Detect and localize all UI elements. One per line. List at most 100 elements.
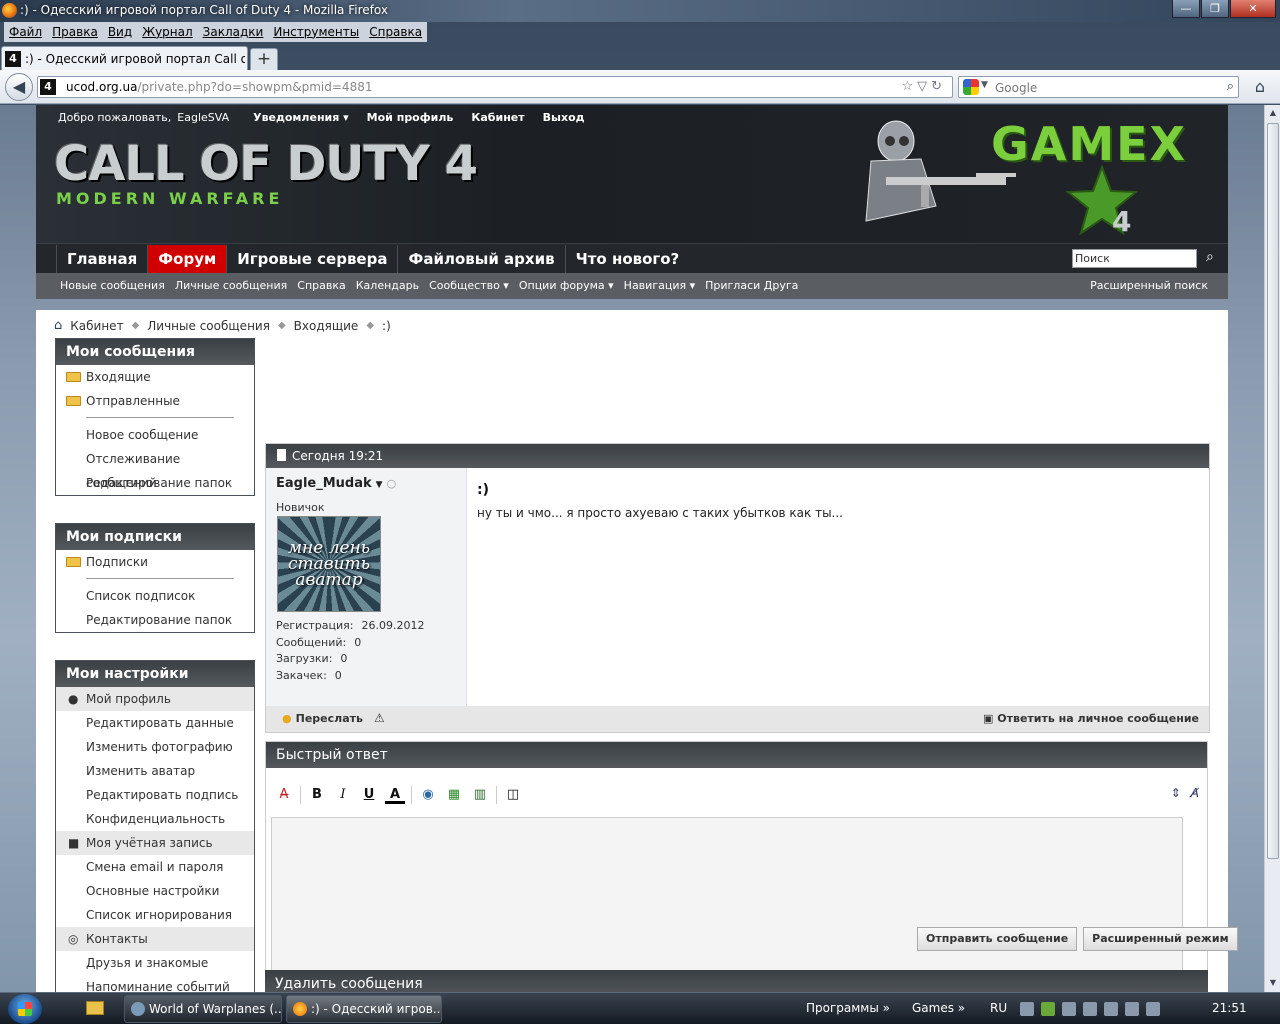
display-icon[interactable] [1146, 1002, 1160, 1016]
breadcrumb-cabinet[interactable]: Кабинет [70, 319, 123, 333]
sidebar-item-message-tracking[interactable]: Отслеживание сообщений [56, 447, 254, 490]
tray-app-icon[interactable] [1062, 1002, 1076, 1016]
italic-icon[interactable]: I [333, 786, 353, 804]
sidebar-item-new-message[interactable]: Новое сообщение [56, 423, 254, 447]
explorer-icon[interactable] [86, 1001, 104, 1015]
remove-format-icon[interactable]: A̶ [274, 786, 294, 804]
advanced-search-link[interactable]: Расширенный поиск [1090, 273, 1208, 299]
menu-file[interactable]: Файл [4, 22, 48, 42]
nvidia-icon[interactable] [1041, 1002, 1055, 1016]
forward-button[interactable]: ● Переслать [282, 712, 363, 725]
task-world-of-warplanes[interactable]: World of Warplanes (... [124, 995, 282, 1023]
bold-icon[interactable]: B [307, 786, 327, 804]
sidebar-item-edit-folders[interactable]: Редактирование папок [56, 471, 254, 495]
sidebar-item-edit-signature[interactable]: Редактировать подпись [56, 783, 254, 807]
menu-help[interactable]: Справка [364, 22, 428, 42]
sidebar-item-general-settings[interactable]: Основные настройки [56, 879, 254, 903]
reply-textarea[interactable]: ⋰ [271, 817, 1183, 992]
page-scrollbar[interactable]: ▲ ▼ [1264, 105, 1280, 992]
sidebar-item-change-photo[interactable]: Изменить фотографию [56, 735, 254, 759]
url-bar[interactable]: 4 ucod.org.ua/private.php?do=showpm&pmid… [37, 76, 953, 98]
resize-editor-icon[interactable]: ⇕ [1171, 786, 1181, 800]
sub-help[interactable]: Справка [297, 273, 345, 299]
menu-edit[interactable]: Правка [47, 22, 103, 42]
search-bar[interactable]: ▼ Google ⌕ [958, 76, 1239, 98]
breadcrumb-private-messages[interactable]: Личные сообщения [147, 319, 270, 333]
task-firefox[interactable]: :) - Одесский игров... [286, 995, 442, 1023]
quote-icon[interactable]: ◫ [503, 786, 523, 804]
cabinet-link[interactable]: Кабинет [471, 111, 524, 124]
sidebar-section-my-account[interactable]: ■ Моя учётная запись [56, 831, 254, 855]
sidebar-item-privacy[interactable]: Конфиденциальность [56, 807, 254, 831]
site-identity-icon[interactable]: 4 [40, 79, 56, 95]
bookmark-star-icon[interactable]: ☆ [901, 79, 917, 94]
network-icon[interactable] [1083, 1002, 1097, 1016]
menu-tools[interactable]: Инструменты [268, 22, 365, 42]
action-center-flag-icon[interactable] [1104, 1002, 1118, 1016]
author-name[interactable]: Eagle_Mudak ▼ ○ [276, 476, 396, 491]
clock[interactable]: 21:51 [1212, 1001, 1247, 1015]
sub-forum-options[interactable]: Опции форума ▾ [519, 273, 614, 299]
reload-icon[interactable]: ↻ [931, 79, 946, 94]
advanced-mode-button[interactable]: Расширенный режим [1083, 927, 1238, 951]
sidebar-item-friends[interactable]: Друзья и знакомые [56, 951, 254, 975]
browser-tab[interactable]: 4 :) - Одесский игровой портал Call of D… [1, 46, 248, 70]
nav-home[interactable]: Главная [56, 245, 147, 273]
nav-whats-new[interactable]: Что нового? [564, 245, 690, 273]
font-color-icon[interactable]: A [385, 786, 405, 804]
nav-file-archive[interactable]: Файловый архив [397, 245, 564, 273]
report-warning-icon[interactable]: ⚠ [374, 711, 385, 725]
sidebar-item-edit-data[interactable]: Редактировать данные [56, 711, 254, 735]
maximize-button[interactable]: ❐ [1201, 0, 1229, 18]
home-icon[interactable]: ⌂ [54, 318, 62, 333]
menu-view[interactable]: Вид [102, 22, 138, 42]
tray-app-icon[interactable] [1020, 1002, 1034, 1016]
menu-history[interactable]: Журнал [137, 22, 198, 42]
sub-community[interactable]: Сообщество ▾ [429, 273, 509, 299]
sidebar-item-subscriptions[interactable]: Подписки [56, 550, 254, 574]
sub-new-posts[interactable]: Новые сообщения [60, 273, 165, 299]
gamex-logo[interactable]: GAMEX [991, 117, 1187, 171]
insert-link-icon[interactable]: ◉ [418, 786, 438, 804]
underline-icon[interactable]: U [359, 786, 379, 804]
minimize-button[interactable]: — [1172, 0, 1200, 18]
menu-bookmarks[interactable]: Закладки [197, 22, 269, 42]
sub-invite-friend[interactable]: Пригласи Друга [705, 273, 798, 299]
close-button[interactable]: ✕ [1230, 0, 1276, 18]
insert-image-icon[interactable]: ▦ [444, 786, 464, 804]
new-tab-button[interactable]: + [250, 48, 278, 70]
sidebar-item-change-avatar[interactable]: Изменить аватар [56, 759, 254, 783]
search-icon[interactable]: ⌕ [1227, 79, 1234, 94]
site-search-input[interactable] [1072, 249, 1197, 268]
sub-navigation[interactable]: Навигация ▾ [624, 273, 695, 299]
chevron-down-icon[interactable]: ▼ [376, 480, 383, 490]
my-profile-link[interactable]: Мой профиль [367, 111, 454, 124]
reply-button[interactable]: ▣ Ответить на личное сообщение [983, 712, 1199, 725]
url-text[interactable]: ucod.org.ua/private.php?do=showpm&pmid=4… [66, 80, 372, 94]
google-icon[interactable] [963, 79, 979, 95]
cod4-logo[interactable]: CALL OF DUTY 4 MODERN WARFARE [54, 139, 478, 208]
breadcrumb-inbox[interactable]: Входящие [294, 319, 359, 333]
toolbar-programs[interactable]: Программы » [806, 1001, 890, 1015]
sub-private-messages[interactable]: Личные сообщения [175, 273, 287, 299]
switch-editor-mode-icon[interactable]: A̸ [1191, 786, 1199, 800]
sidebar-item-edit-folders[interactable]: Редактирование папок [56, 608, 254, 632]
engine-dropdown-icon[interactable]: ▼ [981, 80, 988, 90]
username-link[interactable]: EagleSVA [177, 111, 229, 124]
avatar[interactable]: мне лень ставить аватар [277, 516, 381, 612]
nav-game-servers[interactable]: Игровые сервера [226, 245, 397, 273]
sidebar-section-my-profile[interactable]: ● Мой профиль [56, 687, 254, 711]
sidebar-item-event-reminders[interactable]: Напоминание событий [56, 975, 254, 992]
volume-icon[interactable] [1125, 1002, 1139, 1016]
send-message-button[interactable]: Отправить сообщение [917, 927, 1078, 951]
sidebar-item-change-email-password[interactable]: Смена email и пароля [56, 855, 254, 879]
sub-calendar[interactable]: Календарь [356, 273, 419, 299]
notifications-link[interactable]: Уведомления ▾ [253, 111, 349, 124]
language-indicator[interactable]: RU [990, 1001, 1007, 1015]
back-button[interactable]: ◀ [5, 73, 33, 101]
dropdown-arrow-icon[interactable]: ▽ [917, 79, 931, 94]
start-button[interactable] [8, 994, 42, 1024]
nav-forum[interactable]: Форум [147, 245, 227, 273]
sidebar-item-sent[interactable]: Отправленные [56, 389, 254, 413]
sidebar-section-contacts[interactable]: ◎ Контакты [56, 927, 254, 951]
